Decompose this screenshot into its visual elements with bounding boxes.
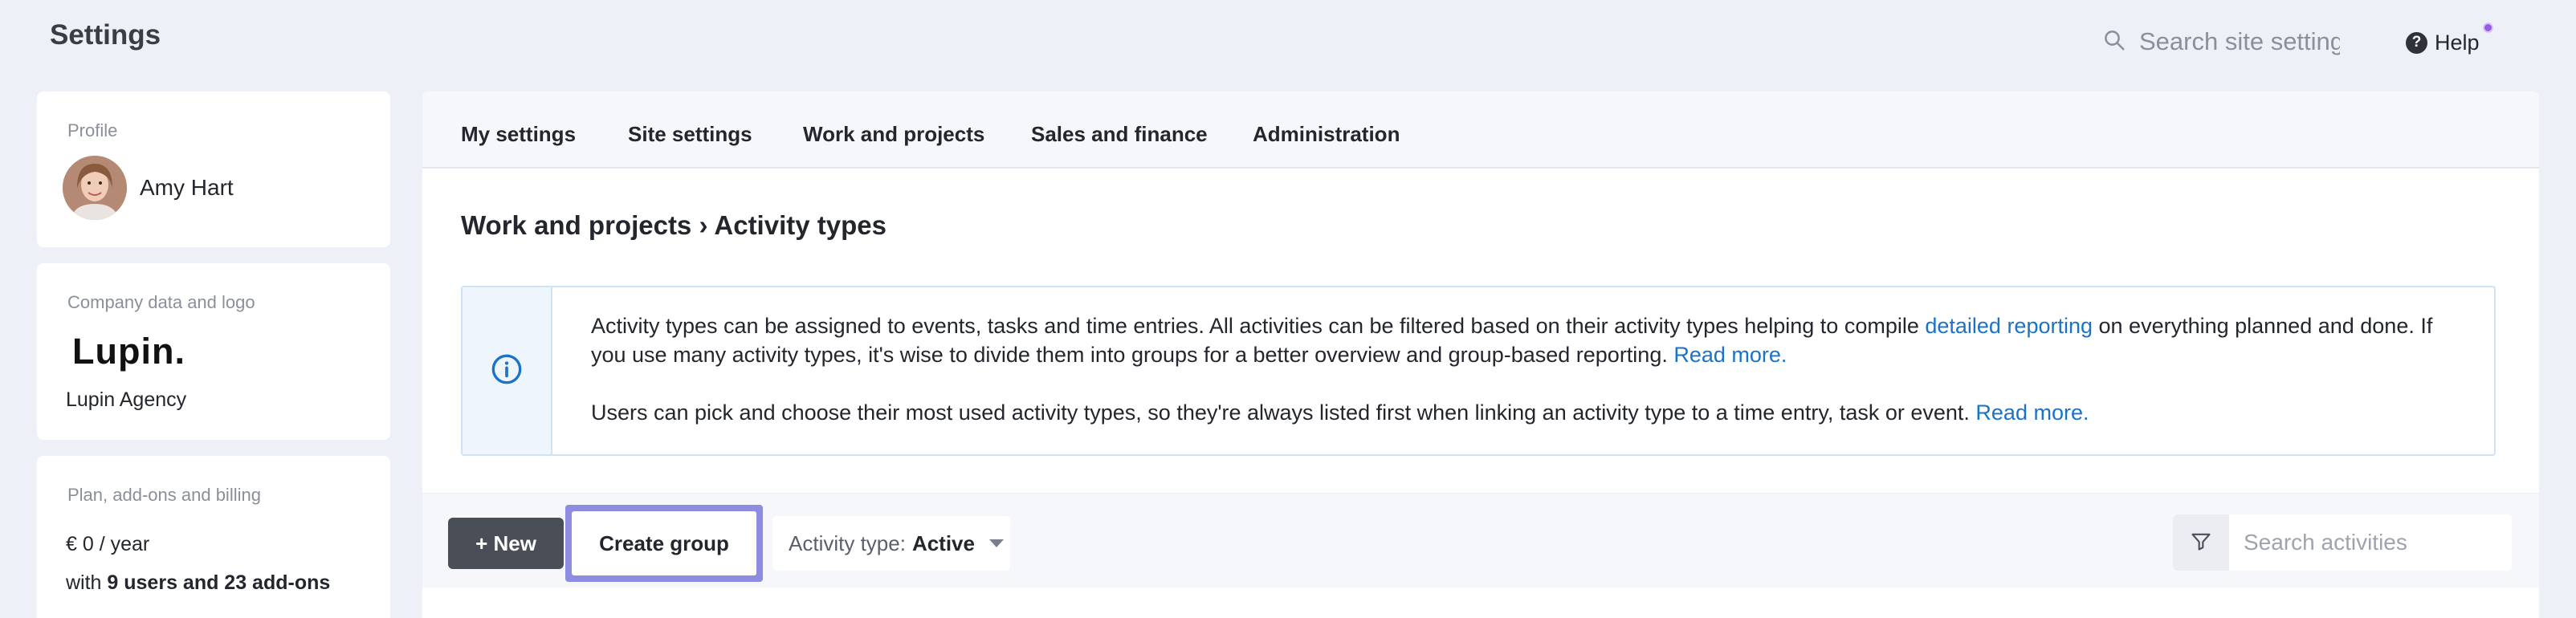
filter-value: Active <box>911 531 975 555</box>
profile-name: Amy Hart <box>140 175 234 200</box>
notification-dot <box>2483 22 2493 33</box>
info-icon-panel <box>463 287 552 454</box>
company-card-label: Company data and logo <box>67 292 255 312</box>
create-group-highlight: Create group <box>565 505 763 582</box>
help-label: Help <box>2435 30 2480 55</box>
read-more-link-1[interactable]: Read more. <box>1673 343 1787 367</box>
read-more-link-2[interactable]: Read more. <box>1975 400 2089 425</box>
detailed-reporting-link[interactable]: detailed reporting <box>1925 314 2093 338</box>
site-settings-search-input[interactable] <box>2139 27 2340 56</box>
search-icon <box>2102 28 2126 56</box>
activity-type-filter[interactable]: Activity type: Active <box>772 516 1010 571</box>
info-text: Activity types can be assigned to events… <box>591 311 2470 454</box>
company-name: Lupin Agency <box>66 388 187 411</box>
plan-users: with 9 users and 23 add-ons <box>66 571 330 595</box>
main-panel: My settings Site settings Work and proje… <box>422 91 2539 618</box>
tab-my-settings[interactable]: My settings <box>461 122 576 147</box>
info-paragraph-2: Users can pick and choose their most use… <box>591 398 2470 427</box>
company-card[interactable]: Company data and logo Lupin. Lupin Agenc… <box>37 263 390 440</box>
breadcrumb: Work and projects › Activity types <box>461 210 887 240</box>
new-button[interactable]: + New <box>448 518 564 569</box>
help-button[interactable]: ? Help <box>2406 22 2493 56</box>
activity-toolbar: + New Create group Activity type: Active <box>422 493 2539 588</box>
tab-sales-and-finance[interactable]: Sales and finance <box>1031 122 1208 147</box>
company-logo: Lupin. <box>72 331 185 372</box>
info-paragraph-1: Activity types can be assigned to events… <box>591 311 2470 369</box>
avatar <box>63 156 127 220</box>
create-group-button[interactable]: Create group <box>572 511 756 575</box>
info-icon <box>491 353 523 389</box>
billing-card-label: Plan, add-ons and billing <box>67 485 261 505</box>
info-notice: Activity types can be assigned to events… <box>461 286 2496 456</box>
filter-icon <box>2190 530 2212 556</box>
billing-card[interactable]: Plan, add-ons and billing € 0 / year wit… <box>37 456 390 618</box>
tab-site-settings[interactable]: Site settings <box>628 122 752 147</box>
plan-users-prefix: with <box>66 571 108 594</box>
profile-card[interactable]: Profile Amy Hart <box>37 91 390 247</box>
caret-down-icon <box>988 539 1004 547</box>
page-title: Settings <box>50 19 161 51</box>
profile-card-label: Profile <box>67 120 118 140</box>
activity-search[interactable] <box>2229 514 2512 571</box>
activity-search-input[interactable] <box>2244 530 2501 555</box>
info-p2-text: Users can pick and choose their most use… <box>591 400 1976 425</box>
filter-button[interactable] <box>2173 514 2229 571</box>
site-settings-search[interactable] <box>2102 24 2343 59</box>
settings-tabs: My settings Site settings Work and proje… <box>422 91 2539 169</box>
tab-work-and-projects[interactable]: Work and projects <box>803 122 984 147</box>
info-p1-text-a: Activity types can be assigned to events… <box>591 314 1926 338</box>
question-icon: ? <box>2406 31 2427 54</box>
tab-administration[interactable]: Administration <box>1253 122 1400 147</box>
filter-prefix: Activity type: <box>789 531 906 555</box>
plan-users-count: 9 users and 23 add-ons <box>107 571 331 594</box>
plan-price: € 0 / year <box>66 533 150 555</box>
